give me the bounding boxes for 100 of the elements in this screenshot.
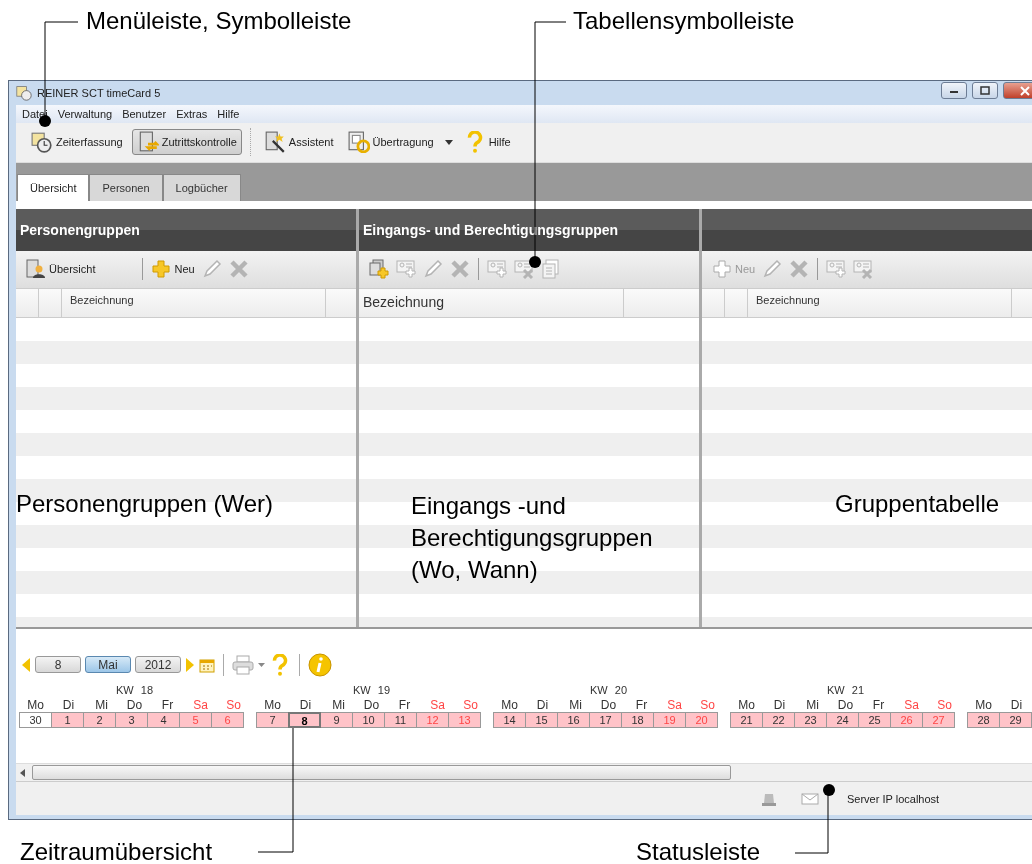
- maximize-button[interactable]: [972, 82, 998, 100]
- panel-title: Personengruppen: [20, 221, 140, 238]
- panel-caption: Gruppentabelle: [835, 488, 1000, 519]
- weekday-label: Fr: [397, 697, 412, 712]
- day-cell[interactable]: 2: [83, 711, 116, 728]
- caret-icon[interactable]: [444, 139, 453, 145]
- menu-item[interactable]: Extras: [176, 107, 208, 120]
- week-label: KW 18: [116, 683, 153, 696]
- app-icon: [16, 84, 32, 101]
- day-cell[interactable]: 1: [51, 711, 84, 728]
- server-status: Server IP localhost: [847, 792, 940, 805]
- panel-caption: Personengruppen (Wer): [16, 488, 274, 519]
- bell-icon: [761, 791, 777, 806]
- column-header[interactable]: Bezeichnung: [62, 288, 326, 317]
- day-cell[interactable]: 3: [115, 711, 148, 728]
- callout-label: Zeitraumübersicht: [20, 838, 213, 864]
- callout-label: Statusleiste: [636, 838, 761, 864]
- callout-label: Menüleiste, Symbolleiste: [86, 7, 352, 35]
- weekday-label: Mi: [331, 697, 346, 712]
- weekday-label: So: [936, 697, 953, 712]
- menu-item[interactable]: Benutzer: [122, 107, 167, 120]
- day-cell[interactable]: 25: [858, 711, 891, 728]
- toolbar-button[interactable]: Zeiterfassung: [26, 129, 128, 156]
- day-cell[interactable]: 14: [493, 711, 526, 728]
- plus-icon: [151, 259, 172, 279]
- day-cell[interactable]: 23: [794, 711, 827, 728]
- day-cell[interactable]: 30: [19, 711, 52, 728]
- tab[interactable]: Personen: [89, 173, 163, 201]
- column-header[interactable]: Bezeichnung: [359, 288, 624, 317]
- tab[interactable]: Logbücher: [162, 173, 241, 201]
- delete-icon: [450, 259, 470, 279]
- copy-icon: [541, 259, 561, 279]
- wand-icon: [263, 131, 286, 154]
- day-cell[interactable]: 10: [352, 711, 385, 728]
- pencil-icon: [423, 259, 443, 279]
- menu-item[interactable]: Verwaltung: [57, 107, 113, 120]
- weekday-label: Di: [535, 697, 550, 712]
- day-cell[interactable]: 8: [288, 711, 321, 728]
- person-icon: [26, 259, 46, 279]
- tab[interactable]: Übersicht: [17, 173, 90, 201]
- add-button[interactable]: [367, 259, 391, 279]
- date-part-button[interactable]: Mai: [85, 656, 131, 674]
- weekday-label: Mi: [94, 697, 109, 712]
- clock-icon: [31, 131, 53, 154]
- week-label: KW 21: [827, 683, 864, 696]
- day-cell[interactable]: 11: [384, 711, 417, 728]
- weekday-label: Mo: [737, 697, 756, 712]
- weekday-label: Do: [362, 697, 381, 712]
- scroll-left-icon[interactable]: [20, 768, 26, 777]
- card-delete-icon: [514, 259, 534, 279]
- calendar-icon[interactable]: [199, 656, 215, 673]
- day-cell[interactable]: 4: [147, 711, 180, 728]
- callout-label: Tabellensymbolleiste: [573, 7, 795, 35]
- minimize-button[interactable]: [941, 82, 967, 100]
- new-button[interactable]: Neu: [149, 259, 197, 279]
- week-label: KW 20: [590, 683, 627, 696]
- card-delete-icon: [853, 259, 874, 279]
- weekday-label: So: [699, 697, 716, 712]
- overview-button[interactable]: Übersicht: [24, 259, 98, 279]
- date-part-button[interactable]: 2012: [135, 656, 181, 674]
- day-cell[interactable]: 29: [999, 711, 1032, 728]
- day-cell[interactable]: 15: [525, 711, 558, 728]
- maximize-icon: [980, 86, 990, 96]
- day-cell[interactable]: 17: [589, 711, 622, 728]
- day-cell[interactable]: 7: [256, 711, 289, 728]
- card-add-icon: [487, 259, 507, 279]
- weekday-label: Mo: [500, 697, 519, 712]
- day-cell[interactable]: 28: [967, 711, 1000, 728]
- transfer-icon: [347, 131, 370, 154]
- day-cell[interactable]: 16: [557, 711, 590, 728]
- card-add-icon: [396, 259, 416, 279]
- toolbar-button[interactable]: Übertragung: [342, 129, 439, 156]
- plus-icon: [712, 259, 732, 279]
- previous-icon[interactable]: [21, 656, 31, 673]
- toolbar-button[interactable]: Hilfe: [458, 129, 516, 156]
- weekday-label: Fr: [871, 697, 886, 712]
- info-icon[interactable]: [308, 652, 332, 677]
- weekday-label: Di: [298, 697, 313, 712]
- next-icon[interactable]: [185, 656, 195, 673]
- printer-icon[interactable]: [232, 654, 254, 675]
- weekday-label: Di: [61, 697, 76, 712]
- card-add-icon: [826, 259, 847, 279]
- day-cell[interactable]: 22: [762, 711, 795, 728]
- delete-icon: [789, 259, 810, 279]
- toolbar-button[interactable]: Assistent: [258, 129, 339, 156]
- date-part-button[interactable]: 8: [35, 656, 81, 674]
- panel-caption: Eingangs -und Berechtigungsgruppen (Wo, Wann): [411, 490, 654, 585]
- menu-item[interactable]: Hilfe: [217, 107, 240, 120]
- day-cell[interactable]: 18: [621, 711, 654, 728]
- weekday-label: Mo: [263, 697, 282, 712]
- weekday-label: Fr: [160, 697, 175, 712]
- column-header[interactable]: Bezeichnung: [748, 288, 1012, 317]
- toolbar-button[interactable]: Zutrittskontrolle: [131, 129, 242, 156]
- leader-line: [794, 784, 835, 854]
- day-cell[interactable]: 21: [730, 711, 763, 728]
- pencil-icon: [762, 259, 783, 279]
- weekday-label: Sa: [666, 697, 683, 712]
- panel-title: Eingangs- und Berechtigungsgruppen: [363, 221, 619, 238]
- weekday-label: Fr: [634, 697, 649, 712]
- day-cell[interactable]: 24: [826, 711, 859, 728]
